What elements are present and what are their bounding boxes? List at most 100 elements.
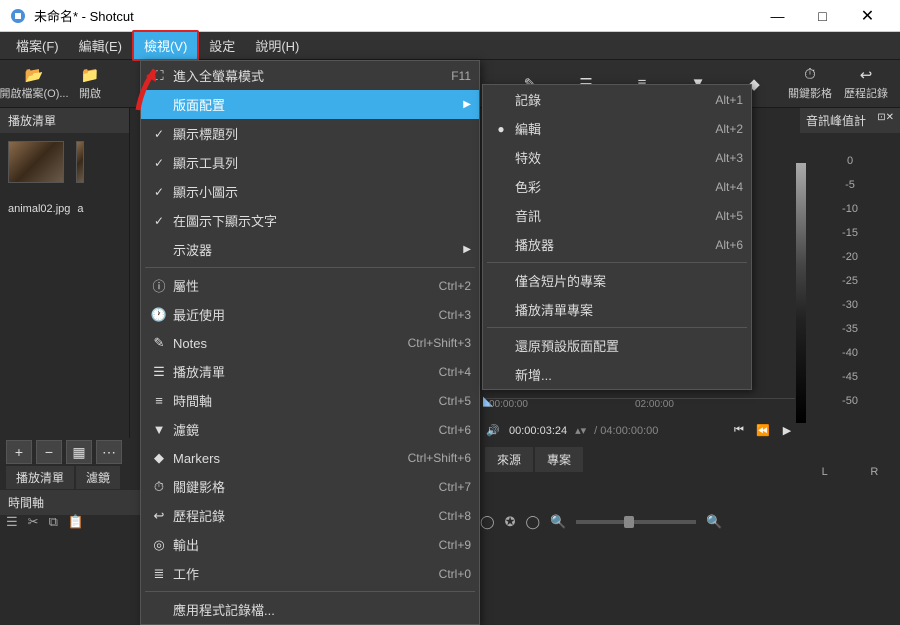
layout-submenu: 記錄 Alt+1 ● 編輯 Alt+2 特效 Alt+3 色彩 Alt+4 音訊… [482, 84, 752, 390]
add-button[interactable]: + [6, 440, 32, 464]
skip-start-icon[interactable]: ⏮ [731, 424, 747, 437]
stopwatch-icon: ⏱ [801, 67, 819, 83]
menu-playlist[interactable]: ☰ 播放清單 Ctrl+4 [141, 357, 479, 386]
menu-show-smallicons[interactable]: ✓ 顯示小圖示 [141, 177, 479, 206]
minimize-button[interactable]: — [755, 1, 800, 31]
menu-history[interactable]: ↩ 歷程記錄 Ctrl+8 [141, 501, 479, 530]
layout-audio[interactable]: 音訊 Alt+5 [483, 201, 751, 230]
menu-layout[interactable]: 版面配置 ▶ [141, 90, 479, 119]
menu-keyframes[interactable]: ⏱ 關鍵影格 Ctrl+7 [141, 472, 479, 501]
menu-help[interactable]: 說明(H) [245, 32, 309, 59]
maximize-button[interactable]: □ [800, 1, 845, 31]
play-icon[interactable]: ▶ [779, 424, 795, 437]
paste-icon[interactable]: 📋 [68, 514, 84, 530]
layout-logging[interactable]: 記錄 Alt+1 [483, 85, 751, 114]
volume-icon[interactable]: 🔊 [485, 424, 501, 437]
layout-color[interactable]: 色彩 Alt+4 [483, 172, 751, 201]
grid-button[interactable]: ▦ [66, 440, 92, 464]
check-icon: ✓ [149, 156, 169, 170]
menubar: 檔案(F) 編輯(E) 檢視(V) 設定 說明(H) [0, 32, 900, 60]
view-dropdown: ⛶ 進入全螢幕模式 F11 版面配置 ▶ ✓ 顯示標題列 ✓ 顯示工具列 ✓ 顯… [140, 60, 480, 625]
menu-scopes[interactable]: 示波器 ▶ [141, 235, 479, 264]
menu-recent[interactable]: 🕐 最近使用 Ctrl+3 [141, 300, 479, 329]
close-button[interactable]: ✕ [845, 1, 890, 31]
fullscreen-icon: ⛶ [149, 68, 169, 84]
peak-thumb-strip [796, 163, 806, 423]
layout-fx[interactable]: 特效 Alt+3 [483, 143, 751, 172]
tab-source[interactable]: 來源 [485, 447, 533, 472]
tool-history[interactable]: ↩ 歷程記錄 [838, 62, 894, 106]
menu-export[interactable]: ◎ 輸出 Ctrl+9 [141, 530, 479, 559]
layout-cliponly[interactable]: 僅含短片的專案 [483, 266, 751, 295]
menu-fullscreen[interactable]: ⛶ 進入全螢幕模式 F11 [141, 61, 479, 90]
menu-timeline[interactable]: ≡ 時間軸 Ctrl+5 [141, 386, 479, 415]
target-icon: ◎ [149, 537, 169, 553]
info-icon: ⓘ [149, 276, 169, 295]
playlist-item[interactable]: animal02.jpg [8, 141, 70, 215]
marker-icon: ◆ [149, 450, 169, 466]
menu-separator [145, 267, 475, 268]
tool-open-file[interactable]: 📂 開啟檔案(O)... [6, 62, 62, 106]
menu-show-toolbar[interactable]: ✓ 顯示工具列 [141, 148, 479, 177]
player-ruler[interactable]: ◣ 00:00:00 02:00:00 [485, 398, 795, 418]
menu-icon[interactable]: ☰ [6, 514, 18, 530]
peak-header: 音訊峰值計 ⊡✕ [800, 108, 900, 133]
menu-filters[interactable]: ▼ 濾鏡 Ctrl+6 [141, 415, 479, 444]
layout-add[interactable]: 新增... [483, 360, 751, 389]
menu-show-titlebar[interactable]: ✓ 顯示標題列 [141, 119, 479, 148]
layout-player[interactable]: 播放器 Alt+6 [483, 230, 751, 259]
menu-edit[interactable]: 編輯(E) [69, 32, 132, 59]
tool-keyframes[interactable]: ⏱ 關鍵影格 [782, 62, 838, 106]
check-icon: ✓ [149, 185, 169, 199]
zoom-slider[interactable] [576, 520, 696, 524]
menu-jobs[interactable]: ≣ 工作 Ctrl+0 [141, 559, 479, 588]
menu-properties[interactable]: ⓘ 屬性 Ctrl+2 [141, 271, 479, 300]
tab-filters[interactable]: 濾鏡 [76, 466, 120, 489]
layout-playlist-project[interactable]: 播放清單專案 [483, 295, 751, 324]
folder-open-icon: 📂 [25, 67, 43, 83]
panel-icons[interactable]: ⊡✕ [877, 112, 894, 129]
tool-open[interactable]: 📁 開啟 [62, 62, 118, 106]
more-button[interactable]: ⋯ [96, 440, 122, 464]
tab-project[interactable]: 專案 [535, 447, 583, 472]
rewind-icon[interactable]: ⏪ [755, 424, 771, 437]
copy-icon[interactable]: ⧉ [49, 514, 58, 530]
note-icon: ✎ [149, 335, 169, 351]
funnel-icon: ▼ [149, 422, 169, 437]
zoom-out-icon[interactable]: 🔍 [550, 514, 566, 530]
zoom-in-icon[interactable]: 🔍 [706, 514, 722, 530]
list-icon: ☰ [149, 364, 169, 380]
circle-icon[interactable]: ◯ [525, 514, 540, 530]
history-icon: ↩ [857, 67, 875, 83]
radio-icon: ● [491, 122, 511, 136]
history-icon: ↩ [149, 508, 169, 524]
menu-view[interactable]: 檢視(V) [132, 30, 199, 61]
transport-controls: 🔊 00:00:03:24 ▴▾ / 04:00:00:00 ⏮ ⏪ ▶ [485, 418, 795, 443]
menu-notes[interactable]: ✎ Notes Ctrl+Shift+3 [141, 329, 479, 357]
layout-restore[interactable]: 還原預設版面配置 [483, 331, 751, 360]
menu-applog[interactable]: 應用程式記錄檔... [141, 595, 479, 624]
layout-editing[interactable]: ● 編輯 Alt+2 [483, 114, 751, 143]
app-icon [10, 8, 26, 24]
menu-file[interactable]: 檔案(F) [6, 32, 69, 59]
circle-icon[interactable]: ◯ [480, 514, 495, 530]
timeline-tools-right: ◯ ✪ ◯ 🔍 🔍 [480, 514, 722, 530]
thumbnail-image [76, 141, 84, 183]
playlist-header: 播放清單 [0, 108, 129, 133]
cut-icon[interactable]: ✂ [28, 514, 39, 530]
submenu-arrow-icon: ▶ [459, 244, 471, 255]
stack-icon: ≣ [149, 566, 169, 582]
check-icon: ✓ [149, 127, 169, 141]
menu-markers[interactable]: ◆ Markers Ctrl+Shift+6 [141, 444, 479, 472]
menu-settings[interactable]: 設定 [199, 32, 245, 59]
remove-button[interactable]: − [36, 440, 62, 464]
folder-icon: 📁 [81, 67, 99, 83]
menu-text-under-icons[interactable]: ✓ 在圖示下顯示文字 [141, 206, 479, 235]
current-time[interactable]: 00:00:03:24 [509, 425, 567, 437]
playlist-item[interactable]: a [76, 141, 84, 215]
tab-playlist[interactable]: 播放清單 [6, 466, 74, 489]
timeline-icon: ≡ [149, 393, 169, 408]
menu-separator [145, 591, 475, 592]
star-icon[interactable]: ✪ [505, 514, 516, 530]
peak-lr-labels: L R [800, 466, 900, 478]
